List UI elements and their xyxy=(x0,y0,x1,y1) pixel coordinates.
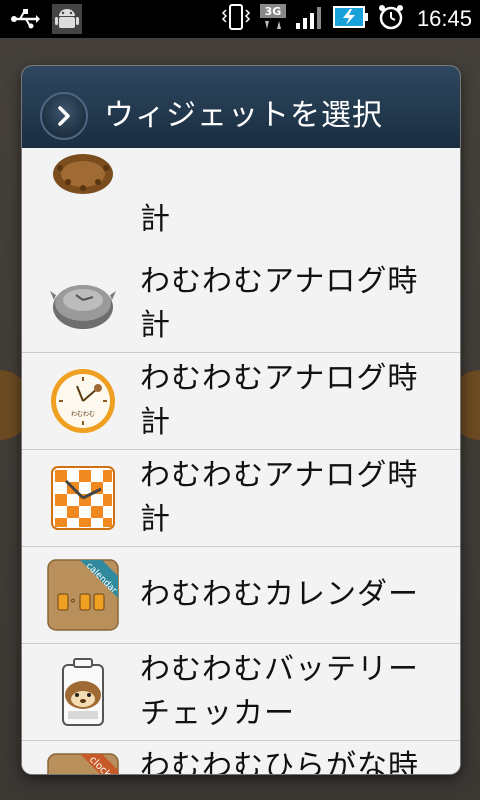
list-item-label: わむわむバッテリーチェッカー xyxy=(140,652,419,731)
list-item[interactable]: clock わむわむひらがな時計 xyxy=(22,741,460,774)
vibrate-icon xyxy=(221,3,251,35)
svg-text:わむわむ: わむわむ xyxy=(71,411,95,418)
widget-picker-dialog: ウィジェットを選択 計 わむわむアナログ時計 わむわむ わむわむアナログ時計 わ… xyxy=(22,66,460,774)
widget-list[interactable]: 計 わむわむアナログ時計 わむわむ わむわむアナログ時計 わむわむアナログ時計 … xyxy=(22,148,460,774)
3g-icon: 3G xyxy=(259,3,287,35)
hiragana-clock-icon: clock xyxy=(46,752,120,774)
list-item-label: わむわむアナログ時計 xyxy=(140,458,419,537)
list-item[interactable]: わむわむ わむわむアナログ時計 xyxy=(22,353,460,450)
list-item[interactable]: わむわむアナログ時計 xyxy=(22,450,460,547)
list-item[interactable]: calendar ° わむわむカレンダー xyxy=(22,547,460,644)
hedgehog-clock-icon xyxy=(46,152,120,226)
svg-text:°: ° xyxy=(70,597,76,611)
list-item-label: 計 xyxy=(140,202,171,237)
list-item-label: わむわむカレンダー xyxy=(140,577,419,612)
calendar-widget-icon: calendar ° xyxy=(46,558,120,632)
alarm-icon xyxy=(377,3,405,35)
list-item-label: わむわむひらがな時計 xyxy=(140,749,419,774)
list-item[interactable]: わむわむアナログ時計 xyxy=(22,256,460,353)
battery-checker-icon xyxy=(46,655,120,729)
list-item-label: わむわむアナログ時計 xyxy=(140,264,419,343)
orange-check-clock-icon xyxy=(46,461,120,535)
signal-icon xyxy=(295,3,325,35)
status-time: 16:45 xyxy=(416,6,472,31)
list-item-label: わむわむアナログ時計 xyxy=(140,361,419,440)
orange-round-clock-icon: わむわむ xyxy=(46,364,120,438)
dialog-title: ウィジェットを選択 xyxy=(104,98,383,133)
list-item-partial[interactable]: 計 xyxy=(22,148,460,257)
svg-text:3G: 3G xyxy=(265,5,282,18)
usb-icon xyxy=(10,6,40,36)
dialog-header: ウィジェットを選択 xyxy=(22,66,460,149)
list-item[interactable]: わむわむバッテリーチェッカー xyxy=(22,644,460,741)
gray-sheep-clock-icon xyxy=(46,267,120,341)
android-icon xyxy=(52,4,82,38)
status-bar: 3G 16:45 xyxy=(0,0,480,38)
chevron-right-icon xyxy=(40,92,88,140)
battery-charging-icon xyxy=(332,3,369,35)
